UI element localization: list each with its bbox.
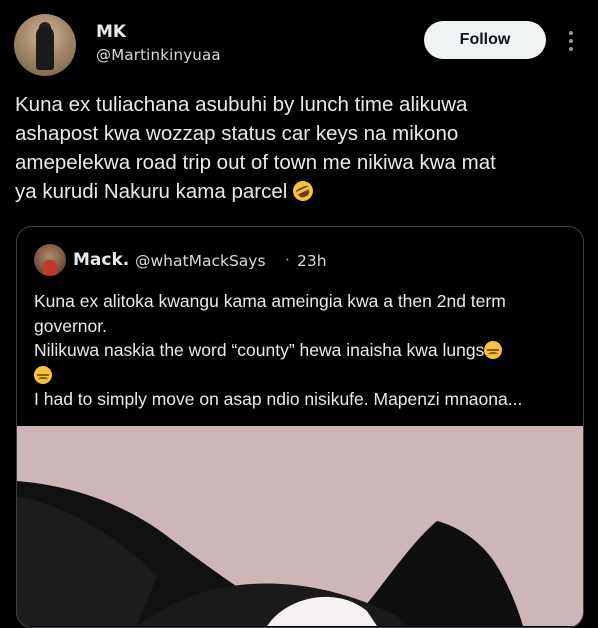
more-dot [569, 47, 573, 51]
quoted-line: Nilikuwa naskia the word “county” hewa i… [34, 340, 485, 360]
tweet-line: ashapost kwa wozzap status car keys na m… [15, 122, 459, 145]
cat-photo-illustration [17, 426, 583, 626]
quoted-author-handle: @whatMackSays [135, 252, 266, 270]
author-display-name[interactable]: MK [96, 22, 126, 42]
author-avatar[interactable] [14, 14, 76, 76]
quoted-author-avatar [34, 244, 66, 276]
quoted-emoji-line [34, 363, 574, 388]
quoted-author-display-name: Mack. [73, 250, 130, 270]
quoted-tweet-body: Kuna ex alitoka kwangu kama ameingia kwa… [34, 289, 574, 412]
quoted-tweet-card[interactable]: Mack. @whatMackSays · 23h Kuna ex alitok… [16, 226, 584, 628]
rolling-on-floor-laughing-emoji-icon [289, 177, 317, 205]
tweet-line: ya kurudi Nakuru kama parcel [15, 180, 288, 203]
more-options-icon[interactable] [560, 24, 582, 58]
quoted-line: Kuna ex alitoka kwangu kama ameingia kwa… [34, 291, 506, 311]
avatar-figure [36, 26, 54, 70]
more-dot [569, 31, 573, 35]
disappointed-face-emoji-icon [34, 365, 52, 384]
tweet-header: MK @Martinkinyuaa Follow [0, 0, 598, 86]
tweet-body: Kuna ex tuliachana asubuhi by lunch time… [15, 90, 585, 206]
tweet-line: Kuna ex tuliachana asubuhi by lunch time… [15, 93, 468, 116]
follow-button[interactable]: Follow [424, 21, 546, 59]
quoted-line: governor. [34, 315, 107, 336]
more-dot [569, 39, 573, 43]
author-handle[interactable]: @Martinkinyuaa [96, 46, 221, 64]
quoted-separator: · [285, 251, 290, 269]
quoted-timestamp: 23h [297, 252, 327, 270]
disappointed-face-emoji-icon [484, 341, 503, 359]
tweet-line: amepelekwa road trip out of town me niki… [15, 151, 496, 174]
quoted-line: I had to simply move on asap ndio nisiku… [34, 389, 523, 409]
quoted-media-cat-photo[interactable] [17, 426, 583, 626]
quoted-line-with-emoji: Nilikuwa naskia the word “county” hewa i… [34, 338, 574, 363]
